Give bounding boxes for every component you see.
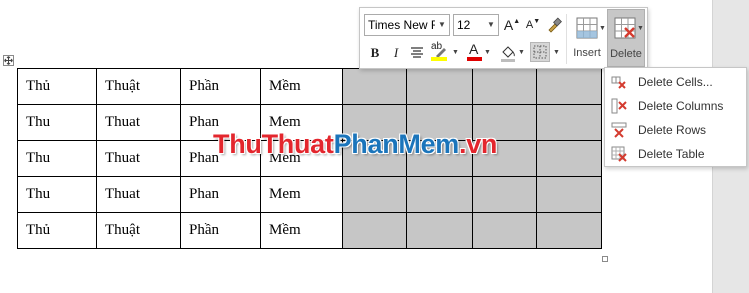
table-cell-selected[interactable]: [472, 212, 537, 249]
table-resize-handle[interactable]: [602, 256, 608, 262]
align-center-icon: [411, 47, 423, 58]
grow-font-icon: A: [503, 17, 514, 33]
delete-table-icon: [614, 17, 636, 39]
table-cell[interactable]: Thuật: [96, 212, 181, 249]
table-cell-selected[interactable]: [342, 176, 407, 213]
table-cell-selected[interactable]: [342, 68, 407, 105]
chevron-down-icon[interactable]: ▼: [518, 49, 525, 56]
watermark-part-1: ThuThuat: [213, 129, 334, 159]
table-cell[interactable]: Phan: [180, 176, 261, 213]
table-cell[interactable]: Thuat: [96, 140, 181, 177]
delete-menu: Delete Cells... Delete Columns Delete Ro…: [604, 67, 747, 167]
table-cell-selected[interactable]: [536, 176, 602, 213]
table-cell-selected[interactable]: [406, 176, 473, 213]
watermark-part-2: PhanMem: [333, 129, 460, 159]
menu-item-delete-table[interactable]: Delete Table: [605, 142, 746, 166]
highlight-button[interactable]: ab: [429, 41, 449, 61]
table-move-handle[interactable]: [3, 55, 14, 66]
font-size-box[interactable]: 12 ▼: [453, 14, 499, 36]
borders-icon: [533, 45, 547, 59]
table-cell[interactable]: Thu: [17, 140, 97, 177]
format-painter-icon: [548, 17, 562, 33]
menu-item-delete-rows[interactable]: Delete Rows: [605, 118, 746, 142]
chevron-down-icon[interactable]: ▼: [485, 15, 497, 35]
delete-table-icon: [611, 146, 627, 162]
chevron-down-icon[interactable]: ▼: [484, 49, 491, 56]
menu-item-label: Delete Cells...: [638, 75, 713, 89]
pen-icon: [436, 48, 446, 57]
chevron-down-icon: ▼: [599, 25, 606, 32]
menu-item-delete-cells[interactable]: Delete Cells...: [605, 70, 746, 94]
table-cell-selected[interactable]: [536, 212, 602, 249]
chevron-down-icon: ▼: [637, 25, 644, 32]
table-cell-selected[interactable]: [536, 140, 602, 177]
font-color-icon: A: [469, 41, 479, 57]
delete-button[interactable]: ▼ Delete: [607, 9, 645, 67]
table-cell-selected[interactable]: [472, 68, 537, 105]
table-cell-selected[interactable]: [406, 212, 473, 249]
menu-item-delete-columns[interactable]: Delete Columns: [605, 94, 746, 118]
table-row[interactable]: Thu Thuat Phan Mem: [17, 176, 602, 213]
table-cell[interactable]: Thu: [17, 104, 97, 141]
table-cell[interactable]: Mem: [260, 176, 343, 213]
table-cell[interactable]: Thuat: [96, 104, 181, 141]
toolbar-separator: [566, 14, 567, 64]
table-cell[interactable]: Thủ: [17, 212, 97, 249]
mini-toolbar: Times New Ro ▼ 12 ▼ A ▲ A ▼ B I ab ▼ A ▼…: [359, 7, 648, 69]
delete-label: Delete: [610, 48, 642, 60]
italic-button[interactable]: I: [386, 43, 406, 63]
font-name-box[interactable]: Times New Ro ▼: [364, 14, 450, 36]
delete-cells-icon: [611, 76, 626, 89]
table-cell-selected[interactable]: [536, 68, 602, 105]
center-align-button[interactable]: [407, 43, 427, 63]
borders-button[interactable]: [530, 42, 550, 62]
table-cell[interactable]: Thủ: [17, 68, 97, 105]
table-cell[interactable]: Phần: [180, 68, 261, 105]
table-cell-selected[interactable]: [536, 104, 602, 141]
paint-bucket-icon: [501, 46, 515, 62]
delete-rows-icon: [611, 122, 627, 138]
move-arrows-icon: [4, 56, 13, 65]
table-cell[interactable]: Thuật: [96, 68, 181, 105]
font-size-value: 12: [457, 18, 471, 32]
table-row[interactable]: Thủ Thuật Phần Mềm: [17, 212, 602, 249]
table-cell[interactable]: Thuat: [96, 176, 181, 213]
insert-button[interactable]: ▼ Insert: [568, 9, 606, 67]
chevron-down-icon[interactable]: ▼: [452, 49, 459, 56]
chevron-down-icon[interactable]: ▼: [435, 15, 449, 35]
table-cell[interactable]: Phần: [180, 212, 261, 249]
insert-table-icon: [576, 17, 598, 39]
table-cell[interactable]: Thu: [17, 176, 97, 213]
table-cell-selected[interactable]: [342, 212, 407, 249]
table-cell[interactable]: Mềm: [260, 68, 343, 105]
font-color-button[interactable]: A: [464, 41, 484, 61]
menu-item-label: Delete Columns: [638, 99, 724, 113]
watermark-logo: ThuThuatPhanMem.vn: [213, 128, 497, 160]
highlight-color-swatch: [431, 57, 447, 61]
bold-button[interactable]: B: [365, 43, 385, 63]
font-color-swatch: [467, 57, 482, 61]
table-row[interactable]: Thủ Thuật Phần Mềm: [17, 68, 602, 105]
watermark-part-3: .vn: [459, 129, 498, 159]
shading-button[interactable]: [498, 43, 518, 63]
shrink-font-button[interactable]: A ▼: [523, 15, 543, 35]
table-cell-selected[interactable]: [472, 176, 537, 213]
insert-label: Insert: [573, 47, 601, 59]
menu-item-label: Delete Table: [638, 147, 705, 161]
menu-item-label: Delete Rows: [638, 123, 707, 137]
grow-font-button[interactable]: A ▲: [502, 15, 522, 35]
shrink-font-icon: A: [525, 19, 534, 31]
format-painter-button[interactable]: [544, 15, 564, 35]
delete-columns-icon: [611, 98, 627, 114]
table-cell[interactable]: Mềm: [260, 212, 343, 249]
table-cell-selected[interactable]: [406, 68, 473, 105]
chevron-down-icon[interactable]: ▼: [553, 49, 560, 56]
